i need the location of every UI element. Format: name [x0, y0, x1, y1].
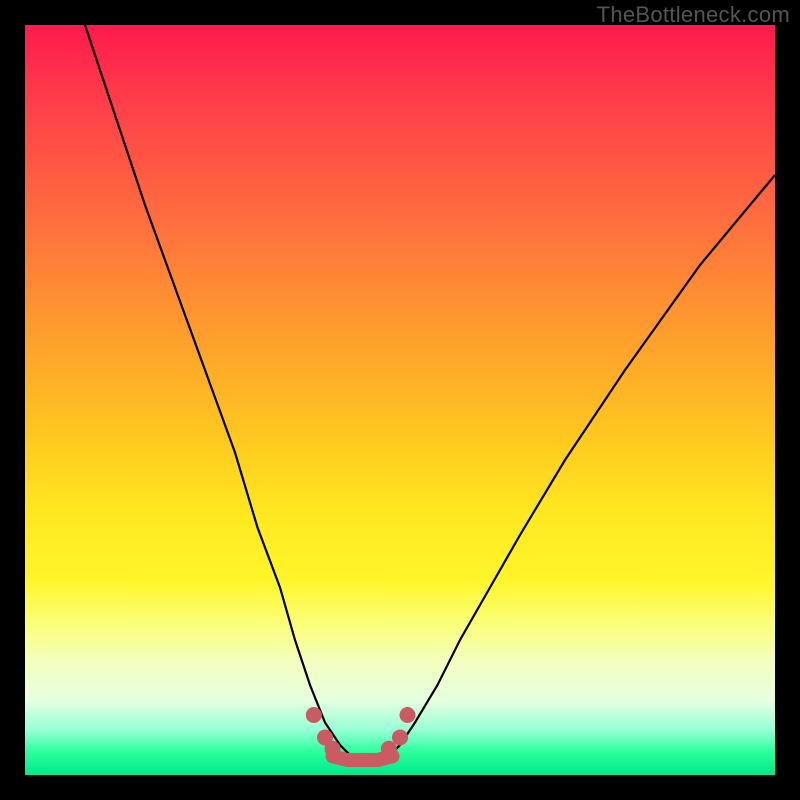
plot-area	[25, 25, 775, 775]
bottleneck-curve	[85, 25, 775, 760]
highlight-trough	[333, 756, 393, 760]
curve-path	[85, 25, 775, 760]
chart-frame: TheBottleneck.com	[0, 0, 800, 800]
watermark-text: TheBottleneck.com	[597, 2, 790, 28]
chart-svg	[25, 25, 775, 775]
